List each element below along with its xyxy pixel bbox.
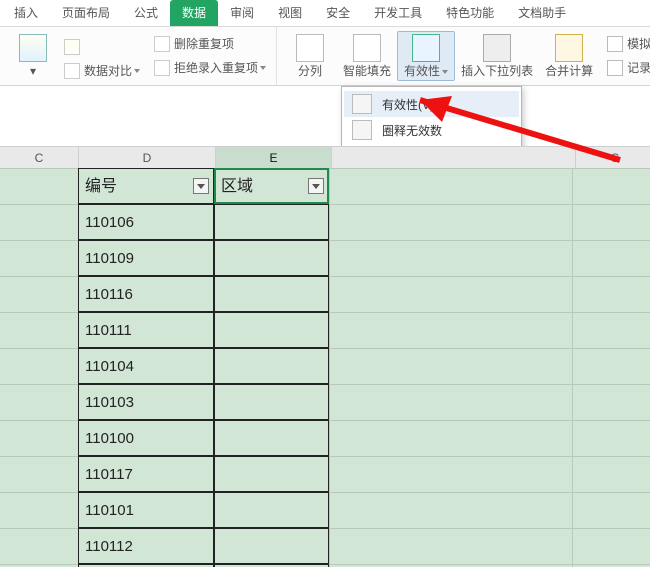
validity-button[interactable]: 有效性	[397, 31, 455, 81]
table-cell[interactable]	[214, 204, 329, 240]
tab-视图[interactable]: 视图	[266, 0, 314, 26]
table-cell[interactable]: 110111	[78, 312, 214, 348]
insert-dropdown-button[interactable]: 插入下拉列表	[455, 32, 539, 80]
table-cell[interactable]: 110116	[78, 276, 214, 312]
compare-stack: 数据对比	[60, 29, 144, 83]
reject-dup-icon	[154, 60, 170, 76]
reject-dup-label: 拒绝录入重复项	[174, 61, 258, 75]
reject-dup-button[interactable]: 拒绝录入重复项	[150, 56, 270, 80]
tab-页面布局[interactable]: 页面布局	[50, 0, 122, 26]
whatif-icon	[607, 36, 623, 52]
table-cell[interactable]	[214, 384, 329, 420]
smart-fill-label: 智能填充	[343, 64, 391, 78]
table-cell[interactable]: 110101	[78, 492, 214, 528]
tab-strip: 插入页面布局公式数据审阅视图安全开发工具特色功能文档助手	[0, 0, 650, 27]
validity-icon	[352, 94, 372, 114]
table-cell[interactable]	[214, 312, 329, 348]
analysis-stack: 模拟分析 记录单	[603, 32, 650, 80]
table-cell[interactable]: 110112	[78, 528, 214, 564]
ribbon: ▾ 数据对比 删除重复项 拒绝录入重复项 分列 智能填	[0, 27, 650, 86]
table-cell[interactable]	[214, 276, 329, 312]
tab-特色功能[interactable]: 特色功能	[434, 0, 506, 26]
spreadsheet-grid[interactable]: 编号区域110106110109110116110111110104110103…	[0, 168, 650, 567]
table-cell[interactable]: 110103	[78, 384, 214, 420]
column-header-G[interactable]: G	[576, 147, 650, 169]
dedup-button[interactable]: 删除重复项	[150, 32, 238, 56]
circle-invalid-icon	[352, 120, 372, 140]
menu-item-label: 圈释无效数	[382, 122, 442, 139]
tab-安全[interactable]: 安全	[314, 0, 362, 26]
pivot-button[interactable]: ▾	[6, 32, 60, 80]
tab-公式[interactable]: 公式	[122, 0, 170, 26]
column-header-row: CDE G	[0, 146, 650, 170]
table-cell[interactable]: 110100	[78, 420, 214, 456]
menu-item-label: 有效性(V)	[382, 96, 434, 113]
insert-dropdown-icon	[483, 34, 511, 62]
menu-item-circle-invalid[interactable]: 圈释无效数	[344, 117, 519, 143]
text-to-columns-label: 分列	[298, 64, 322, 78]
table-cell[interactable]: 110109	[78, 240, 214, 276]
compare-label: 数据对比	[84, 64, 132, 78]
table-cell[interactable]	[214, 528, 329, 564]
caret-icon	[134, 69, 140, 73]
consolidate-icon	[555, 34, 583, 62]
record-form-button[interactable]: 记录单	[603, 56, 650, 80]
text-to-columns-icon	[296, 34, 324, 62]
text-to-columns-button[interactable]: 分列	[283, 32, 337, 80]
table-cell[interactable]: 110104	[78, 348, 214, 384]
table-cell[interactable]	[214, 420, 329, 456]
dedup-label: 删除重复项	[174, 37, 234, 51]
column-header[interactable]	[332, 147, 576, 169]
tab-插入[interactable]: 插入	[2, 0, 50, 26]
caret-icon	[442, 70, 448, 74]
smart-fill-icon	[353, 34, 381, 62]
validity-label: 有效性	[404, 64, 448, 78]
compare-icon	[64, 63, 80, 79]
record-form-label: 记录单	[627, 61, 650, 75]
consolidate-label: 合并计算	[545, 64, 593, 78]
ribbon-group-tools: 分列 智能填充 有效性 插入下拉列表 合并计算 模拟分析 记录单	[277, 27, 650, 85]
column-header-D[interactable]: D	[79, 147, 216, 169]
compare-button[interactable]: 数据对比	[60, 59, 144, 83]
sort-asc-icon	[64, 39, 80, 55]
record-form-icon	[607, 60, 623, 76]
ribbon-group-table: ▾ 数据对比 删除重复项 拒绝录入重复项	[0, 27, 277, 85]
table-header-cell[interactable]: 编号	[78, 168, 214, 204]
column-header-C[interactable]: C	[0, 147, 79, 169]
insert-dropdown-label: 插入下拉列表	[461, 64, 533, 78]
tab-审阅[interactable]: 审阅	[218, 0, 266, 26]
table-cell[interactable]	[214, 456, 329, 492]
table-cell[interactable]: 110106	[78, 204, 214, 240]
whatif-button[interactable]: 模拟分析	[603, 32, 650, 56]
sort-asc-button[interactable]	[60, 35, 88, 59]
consolidate-button[interactable]: 合并计算	[539, 32, 599, 80]
validity-icon	[412, 34, 440, 62]
smart-fill-button[interactable]: 智能填充	[337, 32, 397, 80]
tab-开发工具[interactable]: 开发工具	[362, 0, 434, 26]
filter-button[interactable]	[308, 178, 324, 194]
table-header-cell[interactable]: 区域	[214, 168, 329, 204]
table-cell[interactable]: 110117	[78, 456, 214, 492]
table-cell[interactable]	[214, 492, 329, 528]
dedup-icon	[154, 36, 170, 52]
tab-数据[interactable]: 数据	[170, 0, 218, 26]
column-header-E[interactable]: E	[216, 147, 332, 169]
menu-item-validity[interactable]: 有效性(V)	[344, 91, 519, 117]
pivot-caret: ▾	[30, 64, 36, 78]
filter-button[interactable]	[193, 178, 209, 194]
whatif-label: 模拟分析	[627, 37, 650, 51]
dedup-stack: 删除重复项 拒绝录入重复项	[150, 32, 270, 80]
table-cell[interactable]	[214, 348, 329, 384]
tab-文档助手[interactable]: 文档助手	[506, 0, 578, 26]
caret-icon	[260, 66, 266, 70]
pivot-icon	[19, 34, 47, 62]
table-cell[interactable]	[214, 240, 329, 276]
